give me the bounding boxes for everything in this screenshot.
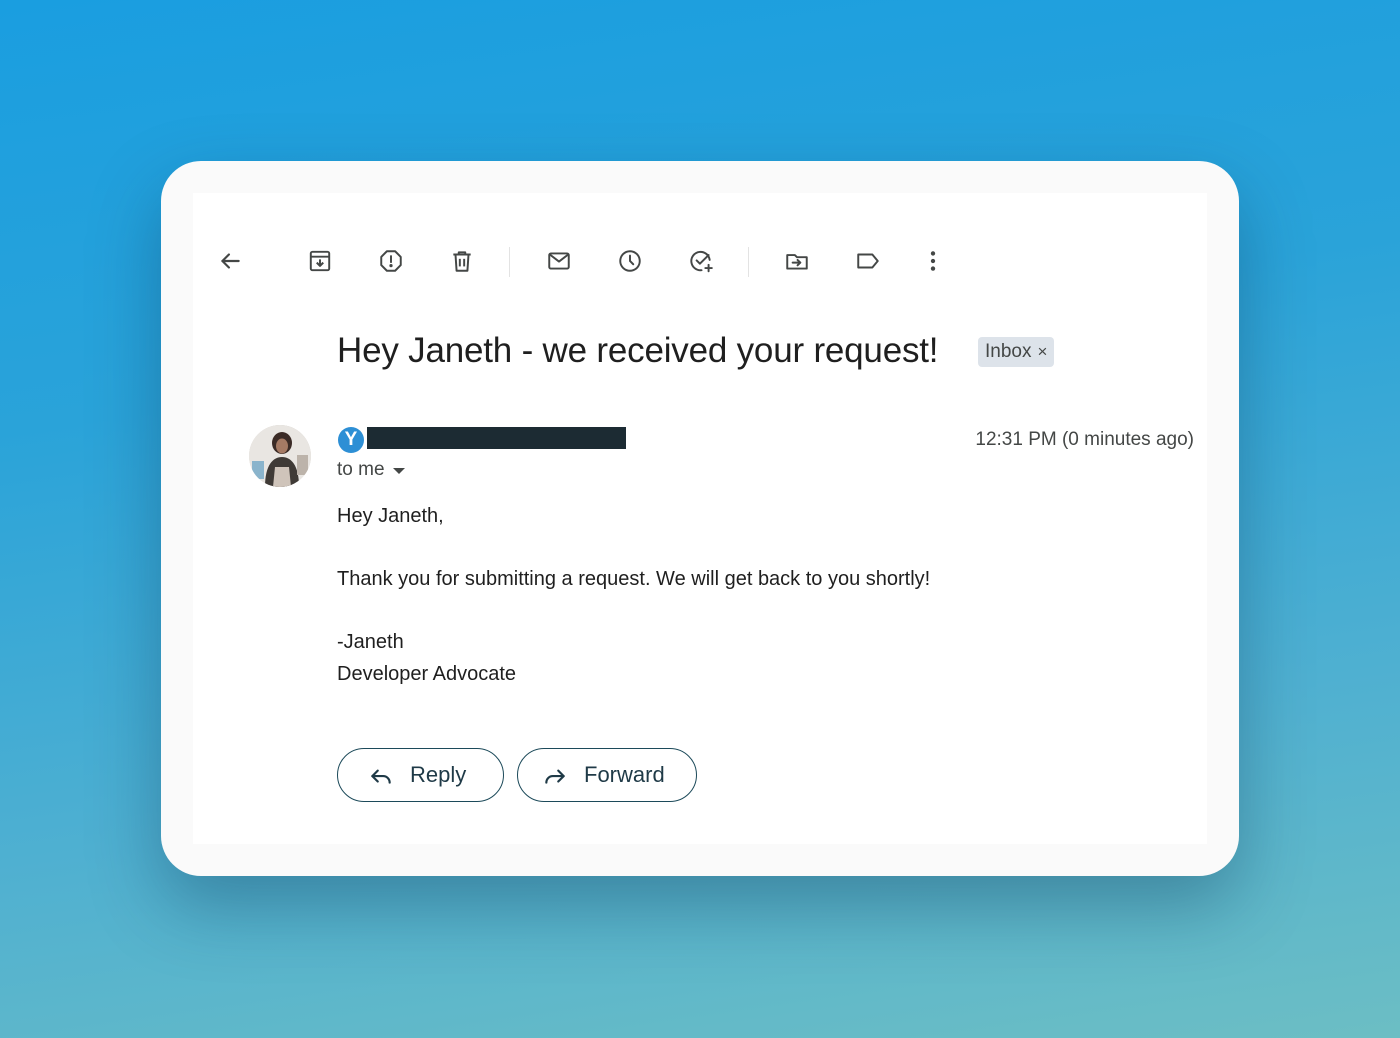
sender-avatar[interactable] xyxy=(249,425,311,487)
forward-button[interactable]: Forward xyxy=(517,748,697,802)
toolbar-divider xyxy=(748,247,749,277)
delete-icon[interactable] xyxy=(444,243,480,279)
reply-icon xyxy=(371,769,391,784)
remove-label-icon[interactable]: × xyxy=(1037,342,1047,362)
reply-button-label: Reply xyxy=(410,762,467,787)
archive-icon[interactable] xyxy=(302,243,338,279)
toolbar-divider xyxy=(509,247,510,277)
mark-unread-icon[interactable] xyxy=(541,243,577,279)
email-greeting: Hey Janeth, xyxy=(337,505,444,527)
snooze-icon[interactable] xyxy=(612,243,648,279)
email-body: Hey Janeth, Thank you for submitting a r… xyxy=(337,501,930,690)
move-to-icon[interactable] xyxy=(779,243,815,279)
recipient-label: to me xyxy=(337,459,385,480)
inbox-label-text: Inbox xyxy=(985,341,1032,362)
report-spam-icon[interactable] xyxy=(373,243,409,279)
email-view-panel: Hey Janeth - we received your request! I… xyxy=(193,193,1207,844)
signature-title: Developer Advocate xyxy=(337,662,517,685)
reply-button[interactable]: Reply xyxy=(337,748,504,802)
email-message: Thank you for submitting a request. We w… xyxy=(337,568,931,590)
email-window-frame: Hey Janeth - we received your request! I… xyxy=(161,161,1239,876)
label-icon[interactable] xyxy=(850,243,886,279)
chevron-down-icon xyxy=(392,468,405,474)
recipient-details-toggle[interactable]: to me xyxy=(337,459,405,481)
forward-icon xyxy=(545,769,565,784)
email-subject: Hey Janeth - we received your request! xyxy=(337,331,939,370)
add-to-tasks-icon[interactable] xyxy=(683,243,719,279)
forward-button-label: Forward xyxy=(584,762,665,787)
inbox-label-chip[interactable]: Inbox × xyxy=(978,337,1055,367)
more-options-icon[interactable] xyxy=(915,243,951,279)
back-arrow-icon[interactable] xyxy=(212,243,248,279)
email-timestamp: 12:31 PM (0 minutes ago) xyxy=(975,429,1194,450)
redacted-sender-name xyxy=(367,427,626,449)
sender-logo-icon: Y xyxy=(338,427,364,453)
signature-name: -Janeth xyxy=(337,631,404,653)
